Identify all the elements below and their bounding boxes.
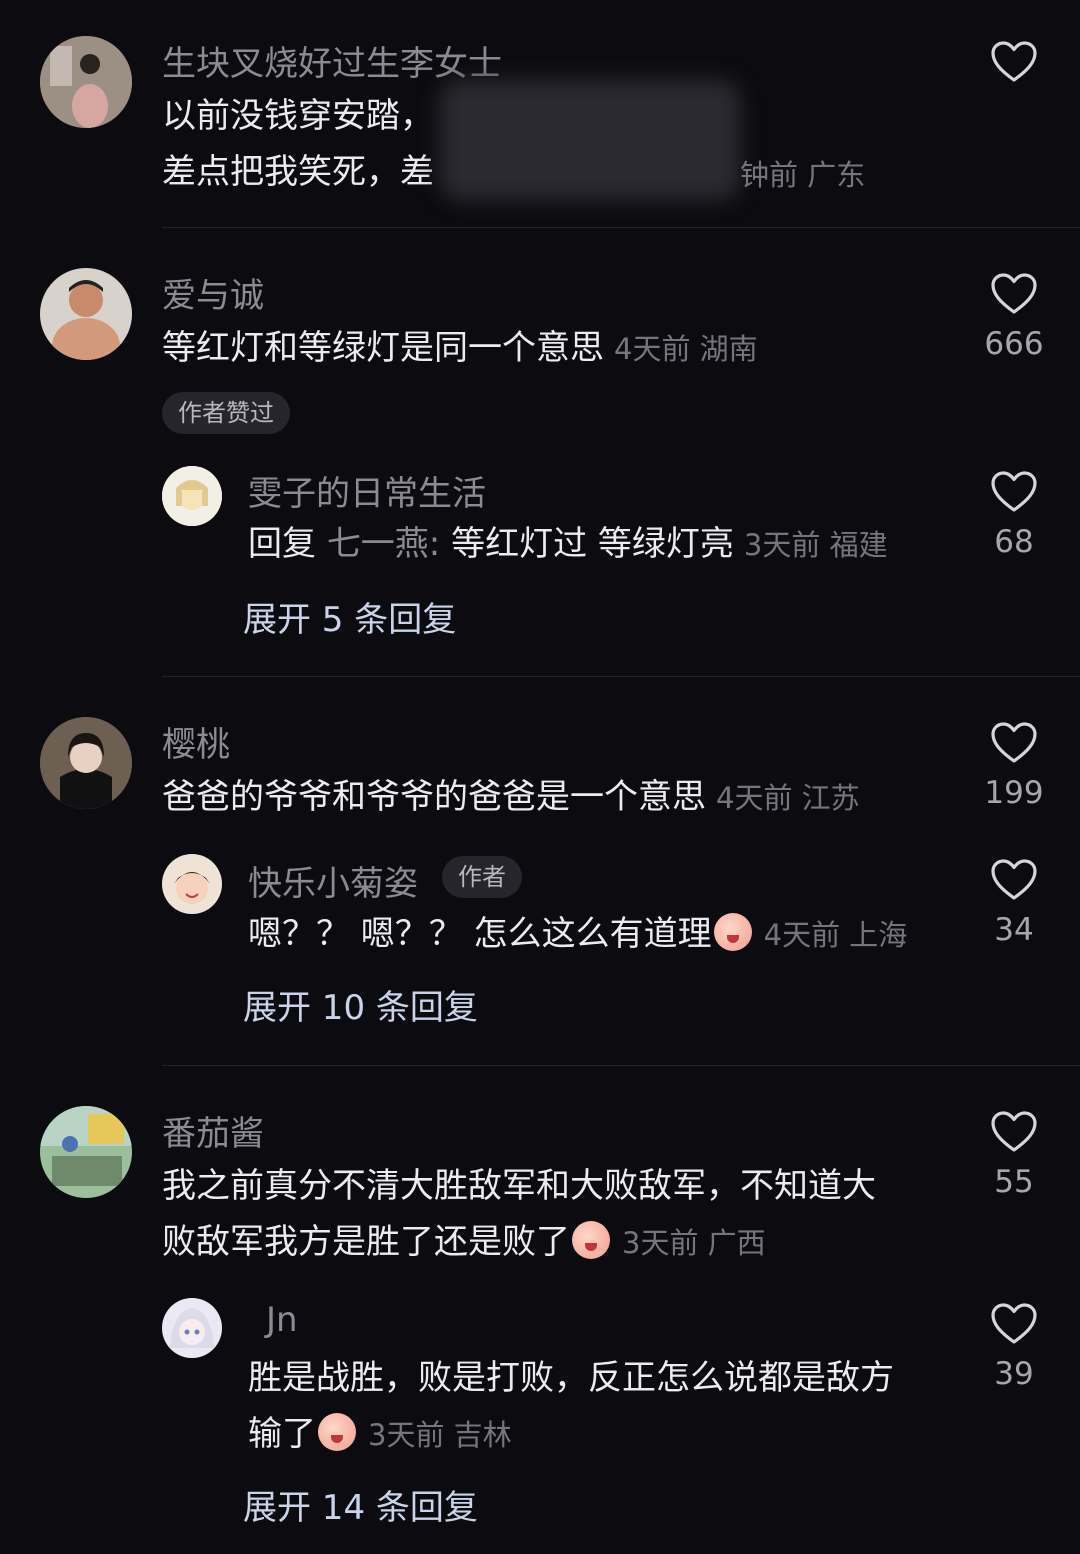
comment-text: 以前没钱穿安踏， 差点把我笑死，差 [162,88,434,200]
reply-meta: 4天前 上海 [763,918,908,952]
comment-text-line: 败敌军我方是胜了还是败了 3天前 广西 [162,1214,876,1271]
reply-username[interactable]: 快乐小菊姿 [248,856,418,905]
reply-text-span: 嗯？？ 嗯？？ 怎么这么有道理 [248,914,712,954]
like-count: 68 [994,524,1034,560]
reply-meta: 3天前 福建 [743,528,888,562]
comment-meta: 4天前 江苏 [716,781,860,815]
reply-text: 胜是战胜，败是打败，反正怎么说都是敌方 输了 3天前 吉林 [248,1350,894,1463]
avatar[interactable] [162,466,222,526]
heart-icon[interactable] [990,858,1038,902]
reply-text-span: 输了 [248,1414,316,1454]
reply-prefix: 回复 [248,524,316,564]
reply-text-span: 等红灯过 等绿灯亮 [451,524,734,564]
expand-replies-button[interactable]: 展开 5 条回复 [243,592,456,641]
comment-text-line: 以前没钱穿安踏， [162,96,434,136]
avatar[interactable] [162,854,222,914]
expand-replies-button[interactable]: 展开 10 条回复 [243,980,478,1029]
author-badge: 作者 [442,856,522,898]
divider [162,227,1080,228]
comment-meta: 3天前 广西 [622,1226,766,1260]
comment-meta: 4天前 湖南 [614,332,758,366]
reply-text: 回复 七一燕: 等红灯过 等绿灯亮 3天前 福建 [248,516,888,573]
comment-text-span: 差点把我笑死，差 [162,152,434,192]
comment-text: 等红灯和等绿灯是同一个意思 4天前 湖南 [162,320,758,377]
heart-icon[interactable] [990,40,1038,84]
comment-text-span: 败敌军我方是胜了还是败了 [162,1222,570,1262]
comment-username[interactable]: 番茄酱 [162,1106,264,1155]
avatar[interactable] [40,268,132,360]
reply-text-line: 输了 3天前 吉林 [248,1406,894,1463]
heart-icon[interactable] [990,1110,1038,1154]
emoji-icon [318,1413,356,1451]
like-count: 34 [994,912,1034,948]
avatar[interactable] [40,1106,132,1198]
heart-icon[interactable] [990,721,1038,765]
comment-text-span: 等红灯和等绿灯是同一个意思 [162,328,604,368]
heart-icon[interactable] [990,272,1038,316]
comment-text: 爸爸的爷爷和爷爷的爸爸是一个意思 4天前 江苏 [162,769,860,826]
comment-meta: 钟前 广东 [740,158,866,192]
author-liked-tag: 作者赞过 [162,392,290,434]
like-count: 39 [994,1356,1034,1392]
avatar[interactable] [40,717,132,809]
comment-username[interactable]: 爱与诚 [162,268,264,317]
comment-text-line: 差点把我笑死，差 [162,144,434,200]
reply-text: 嗯？？ 嗯？？ 怎么这么有道理 4天前 上海 [248,906,907,963]
avatar[interactable] [162,1298,222,1358]
comment-username[interactable]: 生块叉烧好过生李女士 [162,36,502,85]
divider [162,1065,1080,1066]
like-count: 199 [984,775,1044,811]
emoji-icon [572,1221,610,1259]
heart-icon[interactable] [990,470,1038,514]
reply-username[interactable]: 雯子的日常生活 [248,466,486,515]
heart-icon[interactable] [990,1302,1038,1346]
like-count: 55 [994,1164,1034,1200]
comment-username[interactable]: 樱桃 [162,717,230,766]
avatar[interactable] [40,36,132,128]
blurred-region [440,80,740,200]
reply-username[interactable]: Jn [266,1300,298,1340]
reply-text-line: 胜是战胜，败是打败，反正怎么说都是敌方 [248,1358,894,1398]
reply-to-user[interactable]: 七一燕: [327,524,440,564]
divider [162,676,1080,677]
comment-text-line: 我之前真分不清大胜敌军和大败敌军，不知道大 [162,1166,876,1206]
like-count: 666 [984,326,1044,362]
reply-meta: 3天前 吉林 [368,1418,512,1452]
emoji-icon [713,913,752,951]
expand-replies-button[interactable]: 展开 14 条回复 [243,1480,478,1529]
comment-text: 我之前真分不清大胜敌军和大败敌军，不知道大 败敌军我方是胜了还是败了 3天前 广西 [162,1158,876,1271]
comment-text-span: 爸爸的爷爷和爷爷的爸爸是一个意思 [162,777,706,817]
